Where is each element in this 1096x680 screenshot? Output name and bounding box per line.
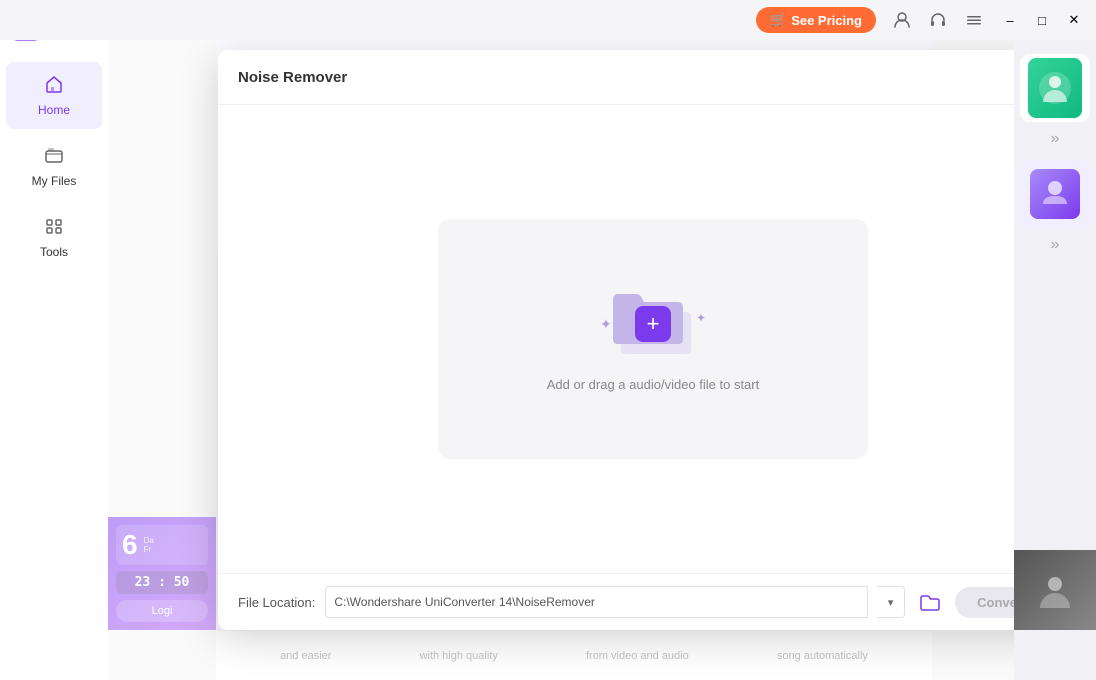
right-panel-person-illus bbox=[1030, 169, 1080, 219]
file-location-label: File Location: bbox=[238, 595, 315, 610]
right-panel-card-2 bbox=[1020, 160, 1090, 228]
app-container: U Wondersh... UniCo Home bbox=[0, 0, 1096, 680]
modal-header: Noise Remover ✕ bbox=[218, 50, 1014, 105]
file-location-folder-button[interactable] bbox=[915, 587, 945, 617]
see-pricing-button[interactable]: 🛒 See Pricing bbox=[756, 7, 876, 33]
sidebar-tools-label: Tools bbox=[40, 245, 68, 259]
sidebar-item-myfiles[interactable]: My Files bbox=[6, 133, 102, 200]
right-panel-thumb bbox=[1014, 550, 1096, 630]
headphone-icon[interactable] bbox=[924, 6, 952, 34]
right-panel: » » bbox=[1014, 0, 1096, 680]
maximize-button[interactable]: □ bbox=[1028, 6, 1056, 34]
sidebar-item-tools[interactable]: Tools bbox=[6, 204, 102, 271]
sparkle-left-icon: ✦ bbox=[600, 316, 612, 333]
title-bar: 🛒 See Pricing – bbox=[0, 0, 1096, 40]
sidebar-home-label: Home bbox=[38, 103, 70, 117]
sidebar: U Wondersh... UniCo Home bbox=[0, 0, 108, 680]
title-bar-icons bbox=[888, 6, 988, 34]
right-panel-arrow-2[interactable]: » bbox=[1014, 232, 1096, 258]
close-button[interactable]: ✕ bbox=[1060, 6, 1088, 34]
right-panel-arrow-1[interactable]: » bbox=[1014, 126, 1096, 152]
modal-title: Noise Remover bbox=[238, 69, 347, 86]
menu-icon[interactable] bbox=[960, 6, 988, 34]
right-panel-thumb-img bbox=[1014, 550, 1096, 630]
file-location-input[interactable] bbox=[325, 586, 868, 618]
right-panel-card-1 bbox=[1020, 54, 1090, 122]
home-icon bbox=[44, 74, 64, 99]
window-controls: – □ ✕ bbox=[996, 6, 1088, 34]
modal-body: + ✦ ✦ Add or drag a audio/video file to … bbox=[218, 105, 1014, 573]
sidebar-item-home[interactable]: Home bbox=[6, 62, 102, 129]
cart-icon: 🛒 bbox=[770, 12, 786, 28]
see-pricing-label: See Pricing bbox=[791, 13, 862, 28]
drop-zone-text: Add or drag a audio/video file to start bbox=[547, 377, 759, 392]
drop-zone[interactable]: + ✦ ✦ Add or drag a audio/video file to … bbox=[438, 219, 868, 459]
myfiles-icon bbox=[44, 145, 64, 170]
file-location-dropdown-button[interactable]: ▾ bbox=[877, 586, 905, 618]
right-panel-green-illus bbox=[1028, 58, 1082, 118]
plus-icon: + bbox=[635, 306, 671, 342]
main-content: and easier with high quality from video … bbox=[108, 0, 1014, 680]
folder-icon-wrap: + ✦ ✦ bbox=[608, 286, 698, 361]
sparkle-right-icon: ✦ bbox=[696, 311, 706, 325]
user-icon[interactable] bbox=[888, 6, 916, 34]
modal-footer: File Location: ▾ Convert All bbox=[218, 573, 1014, 630]
minimize-button[interactable]: – bbox=[996, 6, 1024, 34]
sidebar-myfiles-label: My Files bbox=[32, 174, 77, 188]
convert-all-button[interactable]: Convert All bbox=[955, 587, 1014, 618]
tools-icon bbox=[44, 216, 64, 241]
noise-remover-modal: Noise Remover ✕ bbox=[218, 50, 1014, 630]
